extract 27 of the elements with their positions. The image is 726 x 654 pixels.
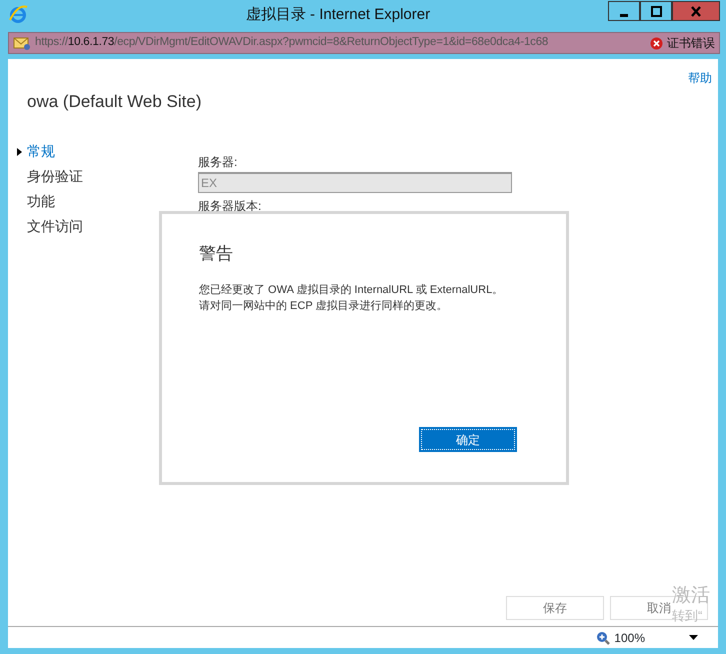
maximize-button[interactable] (640, 1, 672, 21)
activation-text: 转到“ (672, 609, 702, 622)
zoom-icon (596, 630, 610, 644)
page-title: owa (Default Web Site) (27, 91, 202, 113)
dialog-message: 您已经更改了 OWA 虚拟目录的 InternalURL 或 ExternalURL。 (199, 282, 504, 298)
dropdown-icon[interactable] (689, 635, 698, 640)
field-label: 服务器版本: (198, 198, 262, 212)
dialog-message: 请对同一网站中的 ECP 虚拟目录进行同样的更改。 (199, 298, 449, 314)
certificate-error-button[interactable]: 证书错误 (650, 34, 715, 52)
minimize-icon (620, 14, 628, 16)
zoom-level[interactable]: 100% (614, 628, 645, 646)
help-link[interactable]: 帮助 (688, 69, 712, 87)
sidebar-item[interactable]: 功能 (27, 190, 198, 212)
dialog-title: 警告 (199, 244, 234, 264)
minimize-button[interactable] (608, 1, 640, 21)
sidebar-item[interactable]: 身份验证 (27, 166, 198, 186)
close-button[interactable] (672, 1, 720, 21)
ok-button[interactable]: 确定 (419, 427, 517, 452)
field-label: 服务器: (198, 154, 238, 170)
maximize-icon (649, 4, 663, 18)
caret-icon (17, 148, 22, 156)
close-icon (689, 4, 703, 18)
sidebar-item[interactable]: 常规 (27, 140, 198, 162)
ie-logo-icon (8, 4, 28, 24)
window-title: 虚拟目录 - Internet Explorer (244, 4, 432, 25)
address-bar[interactable]: https://10.6.1.73/ecp/VDirMgmt/EditOWAVDir.aspx?pwmcid=8&ReturnObjectType=1&id=68e0dca4-1c68 证书错误 (8, 32, 720, 54)
url-text: https://10.6.1.73/ecp/VDirMgmt/EditOWAVDir.aspx?pwmcid=8&ReturnObjectType=1&id=68e0dca4-1c68 (35, 35, 550, 50)
